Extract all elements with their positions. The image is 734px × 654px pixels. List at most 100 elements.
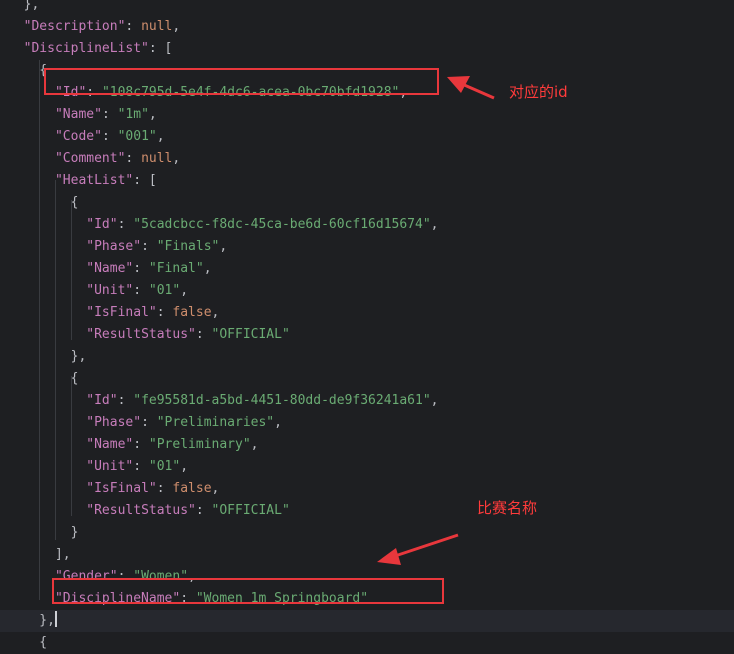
code-line[interactable]: { — [0, 368, 734, 390]
code-line[interactable]: ], — [0, 544, 734, 566]
json-punctuation: , — [211, 481, 220, 496]
code-line[interactable]: "Phase": "Finals", — [0, 236, 734, 258]
json-punctuation — [8, 151, 55, 166]
json-key: "HeatList" — [54, 173, 134, 188]
code-editor[interactable]: }, "Description": null, "DisciplineList"… — [0, 0, 734, 650]
json-key: "Id" — [86, 393, 118, 408]
json-string: "01" — [148, 459, 181, 474]
json-punctuation: , — [148, 107, 157, 122]
json-punctuation — [8, 393, 86, 408]
json-key: "Phase" — [86, 239, 142, 254]
json-literal: false — [172, 481, 212, 496]
json-string: "OFFICIAL" — [211, 503, 290, 518]
code-line[interactable]: "Unit": "01", — [0, 456, 734, 478]
json-key: "ResultStatus" — [86, 503, 196, 518]
json-punctuation — [8, 41, 24, 56]
json-punctuation: , — [180, 459, 189, 474]
json-string: "fe95581d-a5bd-4451-80dd-de9f36241a61" — [133, 393, 431, 408]
json-punctuation: : — [133, 261, 149, 276]
json-string: "001" — [117, 129, 157, 144]
code-line[interactable]: "Code": "001", — [0, 126, 734, 148]
text-caret — [54, 611, 57, 627]
json-punctuation: { — [8, 63, 48, 78]
code-line[interactable]: { — [0, 632, 734, 654]
json-punctuation — [8, 591, 55, 606]
json-punctuation: : — [195, 327, 212, 342]
json-punctuation: , — [180, 283, 189, 298]
code-line[interactable]: "IsFinal": false, — [0, 302, 734, 324]
json-punctuation: : — [125, 151, 142, 166]
json-punctuation: { — [8, 635, 48, 650]
annotation-discipline-name-label: 比赛名称 — [477, 499, 538, 517]
json-literal: null — [141, 151, 173, 166]
code-line[interactable]: "Phase": "Preliminaries", — [0, 412, 734, 434]
json-punctuation: : — [125, 19, 142, 34]
code-line[interactable]: }, — [0, 346, 734, 368]
code-line[interactable]: "Description": null, — [0, 16, 734, 38]
code-line[interactable]: "Name": "1m", — [0, 104, 734, 126]
json-punctuation: : — [117, 217, 134, 232]
json-key: "Unit" — [86, 459, 134, 474]
json-punctuation: , — [156, 129, 165, 144]
json-punctuation: , — [250, 437, 259, 452]
json-punctuation: , — [211, 305, 220, 320]
json-key: "Description" — [23, 19, 126, 34]
json-punctuation — [8, 217, 86, 232]
json-string: "1m" — [117, 107, 149, 122]
code-line[interactable]: "HeatList": [ — [0, 170, 734, 192]
code-line[interactable]: "IsFinal": false, — [0, 478, 734, 500]
json-punctuation: }, — [8, 613, 55, 628]
code-line[interactable]: }, — [0, 0, 734, 16]
code-line[interactable]: }, — [0, 610, 734, 632]
json-punctuation: : — [101, 107, 118, 122]
highlight-box-id — [44, 68, 439, 95]
json-key: "IsFinal" — [86, 481, 157, 496]
json-key: "Name" — [54, 107, 102, 122]
json-punctuation: : — [133, 283, 149, 298]
json-punctuation: , — [172, 151, 181, 166]
code-line[interactable]: "ResultStatus": "OFFICIAL" — [0, 324, 734, 346]
json-punctuation: , — [172, 19, 181, 34]
json-string: "01" — [148, 283, 181, 298]
json-punctuation — [8, 129, 55, 144]
json-string: "Finals" — [156, 239, 220, 254]
code-line[interactable]: } — [0, 522, 734, 544]
json-string: "Preliminary" — [148, 437, 251, 452]
json-punctuation: }, — [8, 349, 87, 364]
code-line[interactable]: "Unit": "01", — [0, 280, 734, 302]
json-key: "Unit" — [86, 283, 134, 298]
json-key: "Name" — [86, 261, 134, 276]
code-line[interactable]: { — [0, 192, 734, 214]
json-punctuation — [8, 283, 86, 298]
json-key: "Id" — [86, 217, 118, 232]
json-punctuation — [8, 305, 86, 320]
json-punctuation: : — [195, 503, 212, 518]
json-literal: false — [172, 305, 212, 320]
json-punctuation — [8, 261, 86, 276]
json-string: "OFFICIAL" — [211, 327, 290, 342]
code-line[interactable]: "Comment": null, — [0, 148, 734, 170]
json-key: "Comment" — [54, 151, 126, 166]
json-punctuation: { — [8, 371, 79, 386]
json-punctuation: : — [156, 305, 173, 320]
json-punctuation: , — [203, 261, 212, 276]
json-key: "Code" — [54, 129, 102, 144]
json-key: "Phase" — [86, 415, 142, 430]
json-punctuation: : — [156, 481, 173, 496]
json-punctuation: : [ — [133, 173, 157, 188]
json-key: "DisciplineList" — [23, 41, 149, 56]
json-punctuation: : — [133, 437, 149, 452]
code-line[interactable]: "Name": "Final", — [0, 258, 734, 280]
json-key: "IsFinal" — [86, 305, 157, 320]
json-punctuation: { — [8, 195, 79, 210]
json-literal: null — [141, 19, 173, 34]
code-line[interactable]: "Id": "fe95581d-a5bd-4451-80dd-de9f36241… — [0, 390, 734, 412]
json-string: "Final" — [148, 261, 204, 276]
code-line[interactable]: "Name": "Preliminary", — [0, 434, 734, 456]
code-line[interactable]: "Id": "5cadcbcc-f8dc-45ca-be6d-60cf16d15… — [0, 214, 734, 236]
json-punctuation: }, — [8, 0, 40, 12]
code-line[interactable]: "ResultStatus": "OFFICIAL" — [0, 500, 734, 522]
json-punctuation: , — [274, 415, 282, 430]
json-key: "ResultStatus" — [86, 327, 196, 342]
code-line[interactable]: "DisciplineList": [ — [0, 38, 734, 60]
